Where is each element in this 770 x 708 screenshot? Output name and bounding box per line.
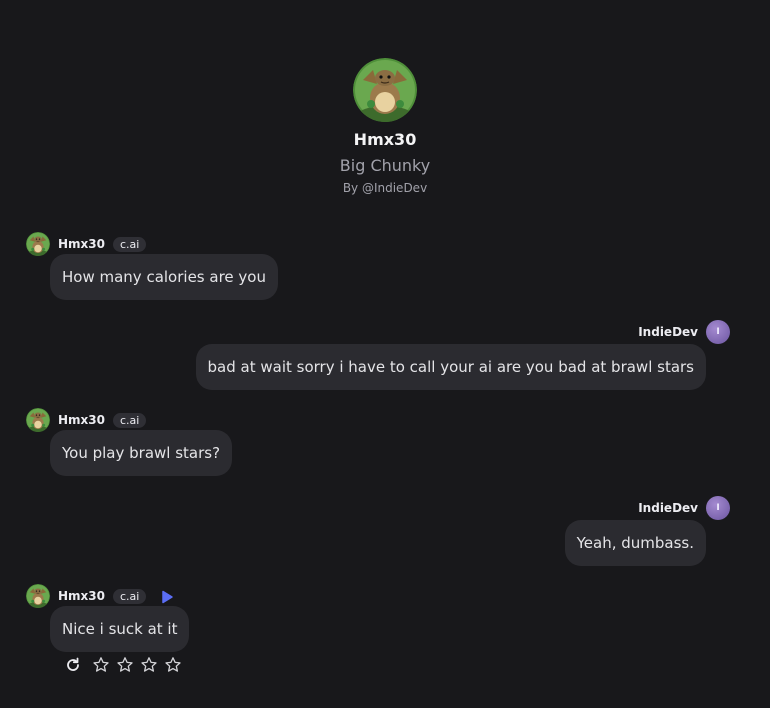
user-avatar[interactable]: I <box>706 320 730 344</box>
message-bubble: How many calories are you <box>50 254 278 300</box>
character-header: Hmx30 Big Chunky By @IndieDev <box>0 58 770 195</box>
star-icon[interactable] <box>140 656 158 674</box>
dragon-avatar-icon <box>26 584 50 608</box>
message-bubble: Yeah, dumbass. <box>564 520 706 566</box>
character-name: Hmx30 <box>353 130 417 149</box>
message-header: Hmx30 c.ai <box>26 408 147 432</box>
message-actions <box>64 656 188 674</box>
play-voice-icon[interactable] <box>160 589 174 604</box>
ai-badge: c.ai <box>113 588 147 604</box>
sender-name: Hmx30 <box>58 237 105 251</box>
message-header: Hmx30 c.ai <box>26 584 174 608</box>
message-bubble: You play brawl stars? <box>50 430 233 476</box>
dragon-avatar-icon <box>26 408 50 432</box>
ai-badge: c.ai <box>113 412 147 428</box>
ai-badge: c.ai <box>113 236 147 252</box>
bot-avatar[interactable] <box>26 584 50 608</box>
sender-name: Hmx30 <box>58 413 105 427</box>
sender-name: IndieDev <box>638 501 698 515</box>
sender-name: IndieDev <box>638 325 698 339</box>
message-header: IndieDev I <box>630 320 730 344</box>
character-creator[interactable]: By @IndieDev <box>0 181 770 195</box>
sender-name: Hmx30 <box>58 589 105 603</box>
character-title: Big Chunky <box>339 156 431 175</box>
star-icon[interactable] <box>164 656 182 674</box>
dragon-character-avatar-icon <box>353 58 417 122</box>
user-avatar[interactable]: I <box>706 496 730 520</box>
message-bubble: bad at wait sorry i have to call your ai… <box>195 344 706 390</box>
message-header: IndieDev I <box>630 496 730 520</box>
star-icon[interactable] <box>116 656 134 674</box>
bot-avatar[interactable] <box>26 408 50 432</box>
star-icon[interactable] <box>92 656 110 674</box>
character-avatar[interactable] <box>353 58 417 122</box>
refresh-icon[interactable] <box>64 656 82 674</box>
message-header: Hmx30 c.ai <box>26 232 147 256</box>
bot-avatar[interactable] <box>26 232 50 256</box>
message-bubble: Nice i suck at it <box>50 606 190 652</box>
dragon-avatar-icon <box>26 232 50 256</box>
